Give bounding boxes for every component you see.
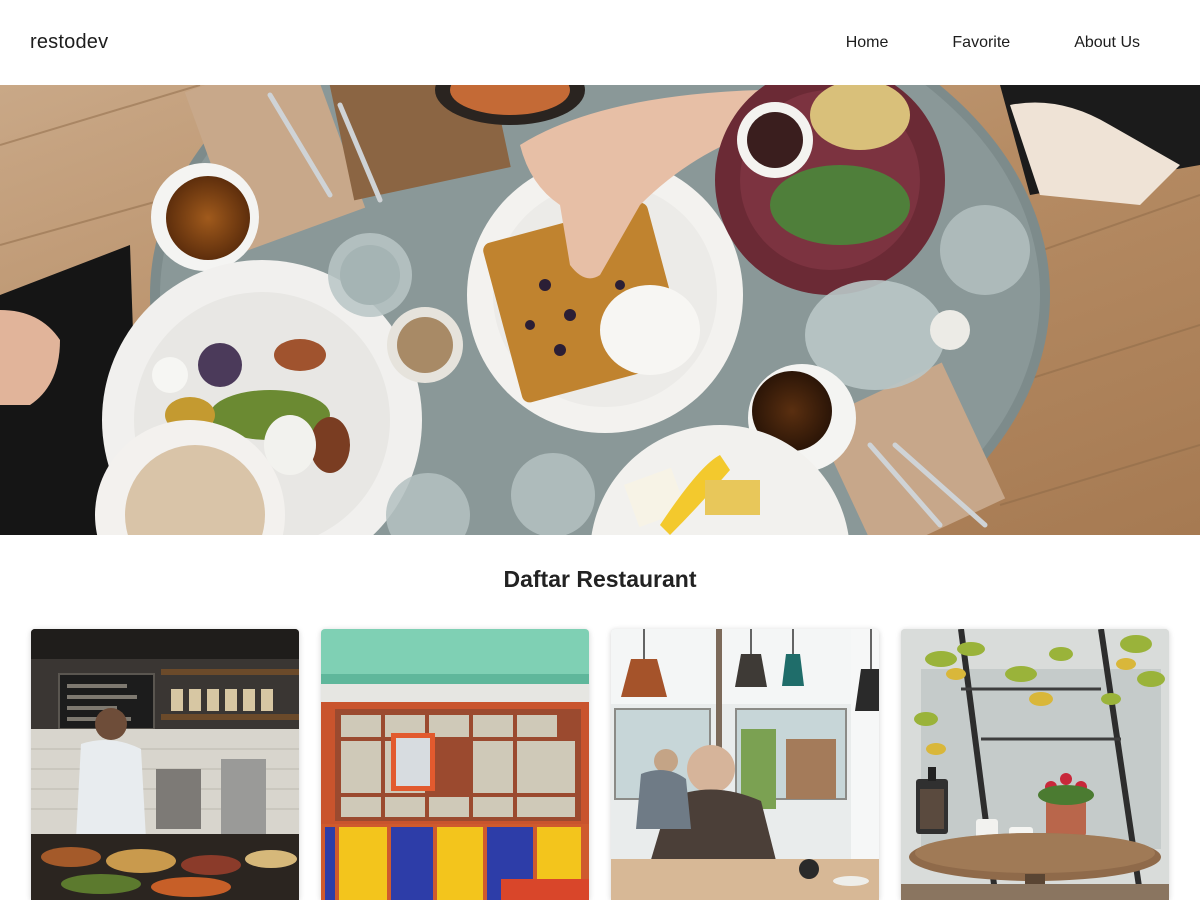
hero-image [0, 85, 1200, 535]
restaurant-image [31, 629, 299, 900]
restaurant-card[interactable] [31, 629, 299, 900]
nav-about-link[interactable]: About Us [1042, 24, 1140, 62]
restaurant-list [31, 629, 1171, 900]
restaurant-card[interactable] [901, 629, 1169, 900]
section-title: Daftar Restaurant [503, 566, 697, 592]
restaurant-image [611, 629, 879, 900]
restaurant-image [321, 629, 589, 900]
main-nav: Home Favorite About Us [814, 24, 1140, 62]
restaurant-image [901, 629, 1169, 900]
brand-logo[interactable]: restodev [30, 31, 108, 54]
restaurant-card[interactable] [321, 629, 589, 900]
site-header: restodev Home Favorite About Us [0, 0, 1200, 85]
restaurant-card[interactable] [611, 629, 879, 900]
nav-favorite-link[interactable]: Favorite [920, 24, 1042, 62]
nav-home-link[interactable]: Home [814, 24, 921, 62]
